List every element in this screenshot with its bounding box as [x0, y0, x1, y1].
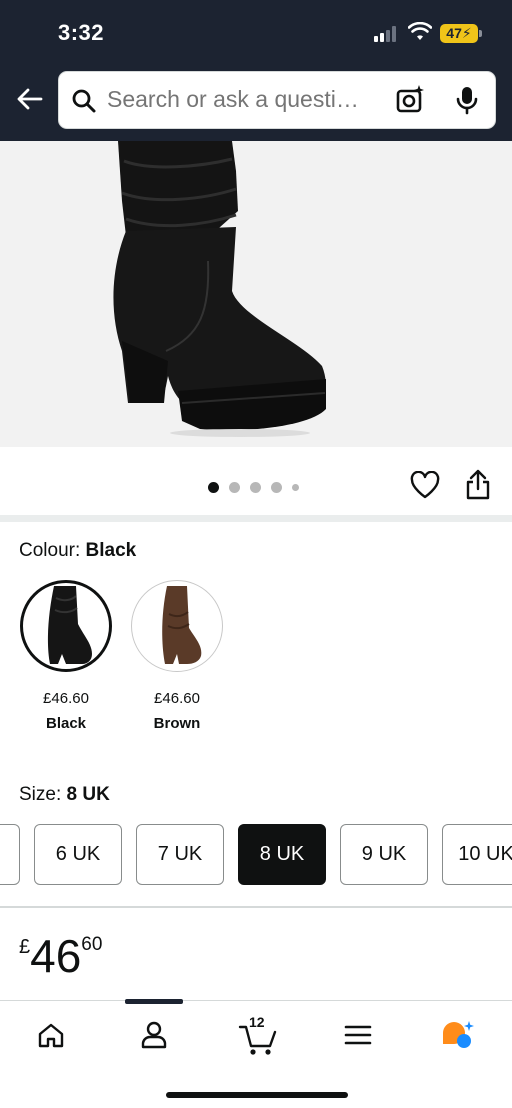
carousel-row [0, 447, 512, 515]
search-header [0, 66, 512, 141]
home-indicator [166, 1092, 348, 1098]
swatch-price: £46.60 [154, 690, 200, 707]
price-whole: 46 [30, 930, 82, 982]
size-option-partial[interactable] [0, 824, 20, 885]
size-options: 6 UK 7 UK 8 UK 9 UK 10 UK [0, 823, 512, 887]
product-image[interactable] [0, 141, 512, 447]
section-divider [0, 906, 512, 908]
colour-selected-value: Black [85, 540, 137, 561]
bottom-nav: 12 [0, 999, 512, 1108]
colour-swatch-brown[interactable]: £46.60 Brown [131, 580, 223, 732]
colour-swatch-black[interactable]: £46.60 Black [20, 580, 112, 732]
heart-icon[interactable] [410, 470, 440, 504]
swatch-name: Black [45, 715, 87, 732]
nav-active-indicator [125, 999, 183, 1004]
status-bar: 3:32 47⚡ [0, 0, 512, 66]
carousel-dots[interactable] [208, 482, 299, 493]
size-option-6[interactable]: 6 UK [34, 824, 122, 885]
account-icon[interactable] [130, 1015, 178, 1055]
price: £ 46 60 [19, 928, 102, 982]
carousel-dot[interactable] [229, 482, 240, 493]
search-box[interactable] [58, 71, 496, 129]
carousel-dot[interactable] [292, 484, 299, 491]
home-icon[interactable] [27, 1015, 75, 1055]
swatch-image [131, 580, 223, 672]
swatch-price: £46.60 [43, 690, 89, 707]
section-divider [0, 515, 512, 522]
signal-icon [374, 26, 400, 42]
search-icon [71, 88, 97, 119]
search-input[interactable] [107, 86, 387, 113]
status-time: 3:32 [58, 20, 105, 45]
back-arrow-icon[interactable] [12, 82, 46, 116]
swatch-name: Brown [153, 715, 201, 732]
colour-label: Colour: Black [19, 540, 137, 561]
size-option-9[interactable]: 9 UK [340, 824, 428, 885]
share-icon[interactable] [464, 469, 492, 506]
wifi-icon [407, 21, 433, 47]
camera-search-icon[interactable] [395, 84, 425, 121]
carousel-dot[interactable] [208, 482, 219, 493]
rufus-icon[interactable] [434, 1015, 482, 1055]
size-label: Size: 8 UK [19, 784, 110, 805]
cart-count: 12 [249, 1014, 265, 1030]
carousel-dot[interactable] [271, 482, 282, 493]
menu-icon[interactable] [334, 1015, 382, 1055]
size-option-10[interactable]: 10 UK [442, 824, 512, 885]
size-option-7[interactable]: 7 UK [136, 824, 224, 885]
battery-indicator: 47⚡ [440, 24, 482, 43]
size-option-8[interactable]: 8 UK [238, 824, 326, 885]
size-selected-value: 8 UK [66, 784, 110, 805]
price-fraction: 60 [81, 934, 103, 955]
carousel-dot[interactable] [250, 482, 261, 493]
price-currency: £ [19, 936, 31, 958]
swatch-image [20, 580, 112, 672]
microphone-icon[interactable] [455, 84, 479, 121]
